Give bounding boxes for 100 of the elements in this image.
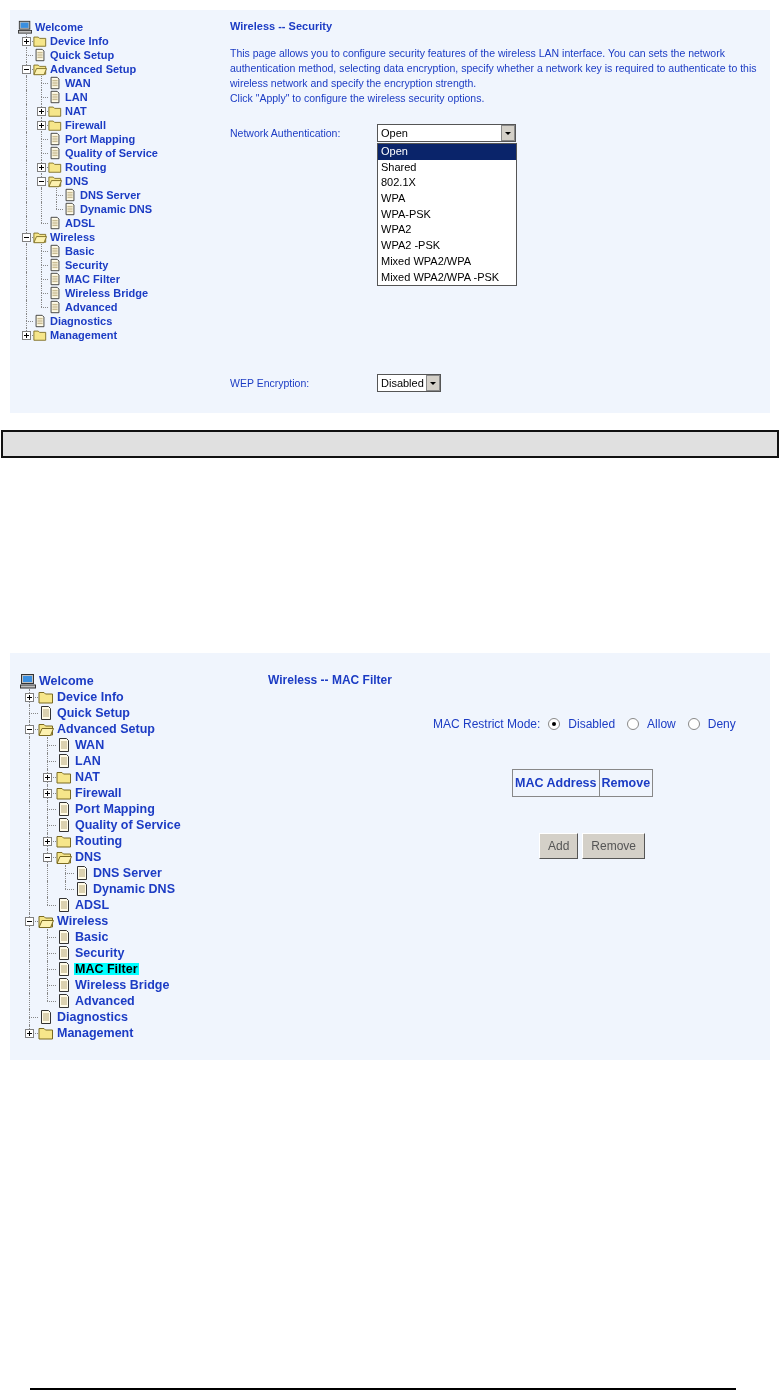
tree-item[interactable]: Diagnostics [56, 1010, 129, 1024]
tree-item[interactable]: Quick Setup [49, 49, 116, 61]
expand-toggle[interactable] [36, 177, 46, 186]
folder-icon [48, 118, 62, 132]
radio-button[interactable] [548, 718, 561, 730]
radio-button[interactable] [687, 718, 700, 730]
dropdown-option[interactable]: Shared [378, 159, 516, 176]
tree-item[interactable]: DNS [74, 850, 103, 864]
tree-item[interactable]: Welcome [38, 674, 95, 688]
folder-icon [38, 1025, 54, 1041]
tree-item[interactable]: Device Info [49, 35, 110, 47]
page-icon [48, 76, 62, 90]
tree-item[interactable]: LAN [64, 91, 89, 103]
page-title: Wireless -- MAC Filter [268, 673, 393, 687]
tree-item[interactable]: WAN [74, 738, 106, 752]
tree-item[interactable]: DNS Server [79, 189, 142, 201]
tree-item[interactable]: ADSL [74, 898, 111, 912]
expand-toggle[interactable] [25, 693, 34, 702]
expand-toggle[interactable] [36, 121, 46, 130]
tree-item[interactable]: Security [64, 259, 110, 271]
description-text: This page allows you to configure security features of the wireless LAN interface. You can sets the network authentication method, selecting data encryption, specify whether a network key is required to authenticate to this wireless network and specify the encryption strength. [230, 46, 758, 91]
page-icon [38, 705, 54, 721]
tree-item[interactable]: ADSL [64, 217, 96, 229]
tree-item[interactable]: Port Mapping [64, 133, 137, 145]
tree-item[interactable]: Diagnostics [49, 315, 114, 327]
folder-icon [56, 785, 72, 801]
tree-item[interactable]: Basic [64, 245, 96, 257]
tree-item[interactable]: Welcome [34, 21, 85, 33]
tree-item[interactable]: LAN [74, 754, 102, 768]
tree-item[interactable]: Management [56, 1026, 135, 1040]
tree-item[interactable]: Advanced Setup [56, 722, 156, 736]
page-icon [48, 90, 62, 104]
expand-toggle[interactable] [25, 1029, 34, 1038]
tree-item[interactable]: Routing [74, 834, 124, 848]
tree-item[interactable]: Advanced Setup [49, 63, 138, 75]
dropdown-option[interactable]: WPA2 -PSK [378, 238, 516, 254]
dropdown-option[interactable]: WPA [378, 191, 516, 207]
tree-item[interactable]: Advanced [64, 301, 119, 313]
tree-item[interactable]: Basic [74, 930, 110, 944]
expand-toggle[interactable] [43, 789, 52, 798]
folder-icon [48, 104, 62, 118]
tree-item[interactable]: DNS Server [92, 866, 163, 880]
radio-button[interactable] [627, 718, 640, 730]
page-icon [48, 286, 62, 300]
authentication-select[interactable]: Open [377, 124, 516, 142]
tree-item[interactable]: Firewall [74, 786, 123, 800]
dropdown-option[interactable]: WPA-PSK [378, 206, 516, 223]
tree-item[interactable]: NAT [74, 770, 101, 784]
page-icon [48, 244, 62, 258]
page-icon [56, 929, 72, 945]
tree-item[interactable]: Dynamic DNS [92, 882, 176, 896]
tree-item[interactable]: Device Info [56, 690, 125, 704]
tree-item[interactable]: Quick Setup [56, 706, 131, 720]
tree-item[interactable]: Wireless Bridge [64, 287, 150, 299]
expand-toggle[interactable] [25, 917, 34, 926]
dropdown-option[interactable]: Open [378, 144, 516, 160]
tree-item[interactable]: Firewall [64, 119, 107, 131]
tree-item[interactable]: Management [49, 329, 119, 341]
action-button[interactable]: Add [539, 833, 579, 859]
tree-item[interactable]: WAN [64, 77, 92, 89]
expand-toggle[interactable] [21, 331, 31, 340]
action-button[interactable]: Remove [582, 833, 646, 859]
folder-icon [56, 769, 72, 785]
page-icon [56, 737, 72, 753]
tree-item[interactable]: Routing [64, 161, 108, 173]
tree-item[interactable]: DNS [64, 175, 90, 187]
expand-toggle[interactable] [36, 163, 46, 172]
page-icon [48, 258, 62, 272]
computer-icon [20, 673, 36, 689]
tree-item[interactable]: Wireless Bridge [74, 978, 171, 992]
page-icon [48, 216, 62, 230]
page-icon [38, 1009, 54, 1025]
encryption-select[interactable]: Disabled [377, 374, 441, 392]
dropdown-option[interactable]: 802.1X [378, 175, 516, 192]
tree-item[interactable]: Wireless [56, 914, 110, 928]
expand-toggle[interactable] [43, 837, 52, 846]
dropdown-option[interactable]: Mixed WPA2/WPA -PSK [378, 269, 516, 286]
tree-item[interactable]: Wireless [49, 231, 97, 243]
tree-item[interactable]: NAT [64, 105, 88, 117]
open-folder-icon [56, 849, 72, 865]
tree-item[interactable]: Quality of Service [74, 818, 182, 832]
expand-toggle[interactable] [21, 37, 31, 46]
expand-toggle[interactable] [25, 725, 34, 734]
radio-label: Deny [707, 717, 736, 731]
tree-item[interactable]: Port Mapping [74, 802, 156, 816]
dropdown-option[interactable]: WPA2 [378, 222, 516, 239]
field-label: MAC Restrict Mode: [433, 717, 541, 731]
tree-item[interactable]: Security [74, 946, 126, 960]
expand-toggle[interactable] [21, 233, 31, 242]
description-text: Click "Apply" to configure the wireless security options. [230, 91, 486, 106]
tree-item[interactable]: Dynamic DNS [79, 203, 154, 215]
tree-item[interactable]: Advanced [74, 994, 136, 1008]
expand-toggle[interactable] [21, 65, 31, 74]
tree-item[interactable]: MAC Filter [64, 273, 121, 285]
expand-toggle[interactable] [43, 853, 52, 862]
tree-item[interactable]: MAC Filter [74, 962, 139, 976]
expand-toggle[interactable] [43, 773, 52, 782]
dropdown-option[interactable]: Mixed WPA2/WPA [378, 253, 516, 270]
expand-toggle[interactable] [36, 107, 46, 116]
tree-item[interactable]: Quality of Service [64, 147, 159, 159]
